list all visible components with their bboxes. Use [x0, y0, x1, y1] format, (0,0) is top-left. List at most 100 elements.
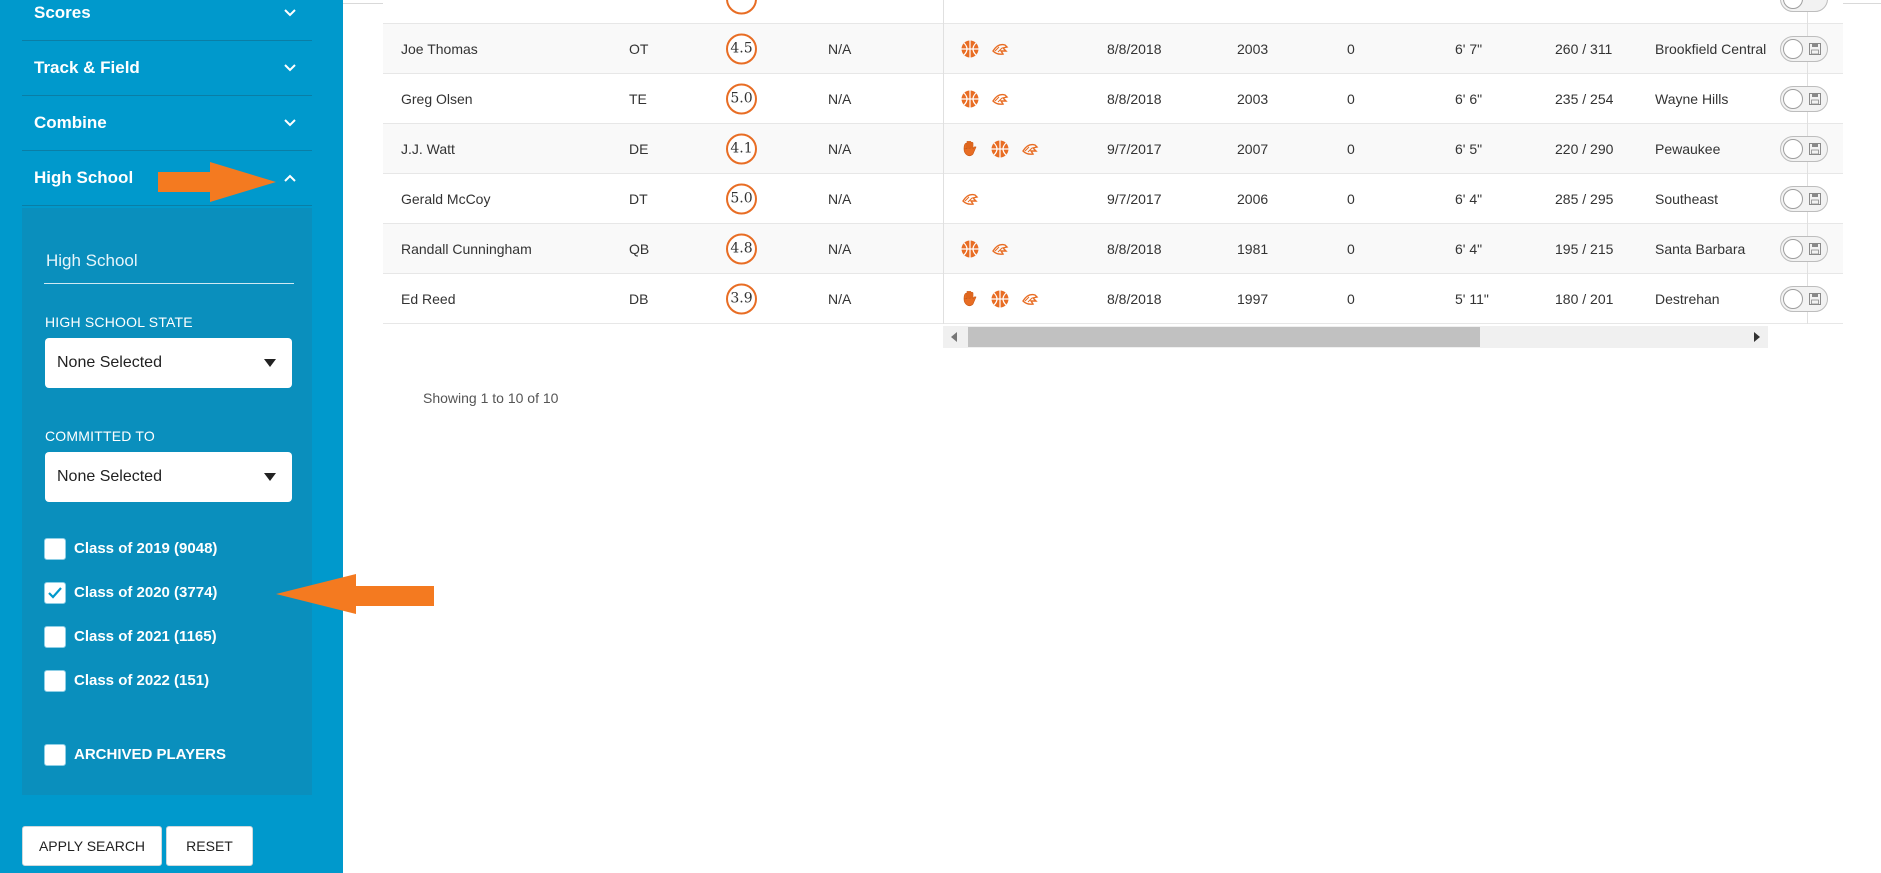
- save-icon: [1809, 192, 1821, 205]
- height-cell: 6' 6": [1455, 90, 1483, 107]
- na-cell: N/A: [828, 90, 852, 107]
- committed-to-select[interactable]: None Selected: [45, 452, 292, 502]
- position-cell: OT: [629, 40, 649, 57]
- toggle-knob: [1783, 188, 1803, 209]
- toggle-knob: [1783, 238, 1803, 259]
- position-cell: TE: [629, 90, 647, 107]
- school-cell: Pewaukee: [1655, 140, 1721, 157]
- checkbox-box[interactable]: [44, 582, 66, 604]
- chevron-up-icon: [282, 170, 298, 186]
- save-toggle[interactable]: [1780, 235, 1828, 262]
- year-cell: 1981: [1237, 240, 1269, 257]
- sport-icons: [960, 189, 980, 209]
- checkbox-label: Class of 2019 (9048): [74, 540, 218, 557]
- score-badge: 5.0: [726, 183, 757, 214]
- checkbox-box[interactable]: [44, 744, 66, 766]
- score-badge: 4.8: [726, 233, 757, 264]
- scroll-right-icon[interactable]: [1754, 332, 1760, 342]
- year-cell: 2003: [1237, 40, 1269, 57]
- save-icon: [1809, 92, 1821, 105]
- height-cell: 6' 4": [1455, 190, 1483, 207]
- count-cell: 0: [1347, 290, 1355, 307]
- score-badge: 4.5: [726, 33, 757, 64]
- column-separator: [943, 24, 944, 74]
- scroll-thumb[interactable]: [968, 327, 1480, 347]
- save-toggle[interactable]: [1780, 285, 1828, 312]
- track-icon: [990, 39, 1010, 59]
- table-row[interactable]: Gerald McCoy DT N/A 9/7/2017 2006 0 6' 4" 285 /…: [383, 174, 1843, 224]
- table-row[interactable]: Ed Reed DB N/A 8/8/2018 1997 0 5' 11" 180 / 201…: [383, 274, 1843, 324]
- weight-cell: 220 / 290: [1555, 140, 1614, 157]
- pagination-info: Showing 1 to 10 of 10: [423, 390, 559, 406]
- chevron-down-icon: [282, 115, 298, 131]
- committed-to-label: COMMITTED TO: [45, 428, 155, 444]
- date-cell: 8/8/2018: [1107, 290, 1162, 307]
- select-value: None Selected: [57, 354, 162, 371]
- apply-search-button[interactable]: APPLY SEARCH: [22, 826, 162, 866]
- checkmark-icon: [48, 587, 62, 599]
- hand-icon: [960, 139, 980, 159]
- high-school-input[interactable]: [44, 238, 294, 284]
- save-toggle[interactable]: [1780, 0, 1828, 12]
- year-cell: 2006: [1237, 190, 1269, 207]
- sport-icons: [960, 239, 1010, 259]
- player-name-cell: J.J. Watt: [401, 140, 455, 157]
- accordion-combine[interactable]: Combine: [22, 96, 312, 151]
- toggle-knob: [1783, 288, 1803, 309]
- save-toggle[interactable]: [1780, 135, 1828, 162]
- table-row[interactable]: Joe Thomas OT N/A 8/8/2018 2003 0 6' 7" 260 / 3…: [383, 24, 1843, 74]
- player-name-cell: Joe Thomas: [401, 40, 478, 57]
- save-toggle[interactable]: [1780, 85, 1828, 112]
- reset-button[interactable]: RESET: [166, 826, 253, 866]
- count-cell: 0: [1347, 90, 1355, 107]
- column-separator: [943, 174, 944, 224]
- select-value: None Selected: [57, 468, 162, 485]
- track-icon: [1020, 139, 1040, 159]
- count-cell: 0: [1347, 40, 1355, 57]
- column-separator: [943, 0, 944, 24]
- school-cell: Southeast: [1655, 190, 1719, 207]
- toggle-knob: [1783, 38, 1803, 59]
- sidebar: Scores Track & Field Combine High School…: [0, 0, 343, 873]
- player-name-cell: Greg Olsen: [401, 90, 473, 107]
- checkbox-box[interactable]: [44, 670, 66, 692]
- date-cell: 9/7/2017: [1107, 190, 1162, 207]
- table-row[interactable]: Greg Olsen TE N/A 8/8/2018 2003 0 6' 6" 235 / 2…: [383, 74, 1843, 124]
- checkbox-label: Class of 2021 (1165): [74, 628, 217, 645]
- weight-cell: 195 / 215: [1555, 240, 1614, 257]
- weight-cell: 180 / 201: [1555, 290, 1614, 307]
- height-cell: 6' 7": [1455, 40, 1483, 57]
- horizontal-scrollbar[interactable]: [943, 326, 1768, 348]
- count-cell: 0: [1347, 190, 1355, 207]
- basketball-icon: [960, 39, 980, 59]
- table-row[interactable]: Randall Cunningham QB N/A 8/8/2018 1981 0 6' 4…: [383, 224, 1843, 274]
- table-row[interactable]: J.J. Watt DE N/A 9/7/2017 2007 0 6' 5" 220 / 29…: [383, 124, 1843, 174]
- main-content: Joe Thomas OT N/A 8/8/2018 2003 0 6' 7" 260 / 3…: [343, 0, 1881, 873]
- high-school-state-select[interactable]: None Selected: [45, 338, 292, 388]
- hand-icon: [960, 289, 980, 309]
- year-cell: 2007: [1237, 140, 1269, 157]
- height-cell: 6' 5": [1455, 140, 1483, 157]
- table-row[interactable]: [383, 0, 1843, 24]
- column-separator: [943, 224, 944, 274]
- school-cell: Santa Barbara: [1655, 240, 1746, 257]
- annotation-arrow-right-icon: [158, 162, 276, 202]
- na-cell: N/A: [828, 190, 852, 207]
- high-school-panel: HIGH SCHOOL STATE None Selected COMMITTE…: [22, 208, 312, 795]
- weight-cell: 235 / 254: [1555, 90, 1614, 107]
- basketball-icon: [960, 89, 980, 109]
- save-toggle[interactable]: [1780, 185, 1828, 212]
- scroll-left-icon[interactable]: [951, 332, 957, 342]
- checkbox-box[interactable]: [44, 626, 66, 648]
- player-name-cell: Randall Cunningham: [401, 240, 532, 257]
- na-cell: N/A: [828, 140, 852, 157]
- checkbox-box[interactable]: [44, 538, 66, 560]
- track-icon: [990, 239, 1010, 259]
- count-cell: 0: [1347, 240, 1355, 257]
- score-badge: 3.9: [726, 283, 757, 314]
- accordion-scores[interactable]: Scores: [22, 0, 312, 41]
- chevron-down-icon: [282, 60, 298, 76]
- accordion-track-field[interactable]: Track & Field: [22, 41, 312, 96]
- date-cell: 9/7/2017: [1107, 140, 1162, 157]
- save-toggle[interactable]: [1780, 35, 1828, 62]
